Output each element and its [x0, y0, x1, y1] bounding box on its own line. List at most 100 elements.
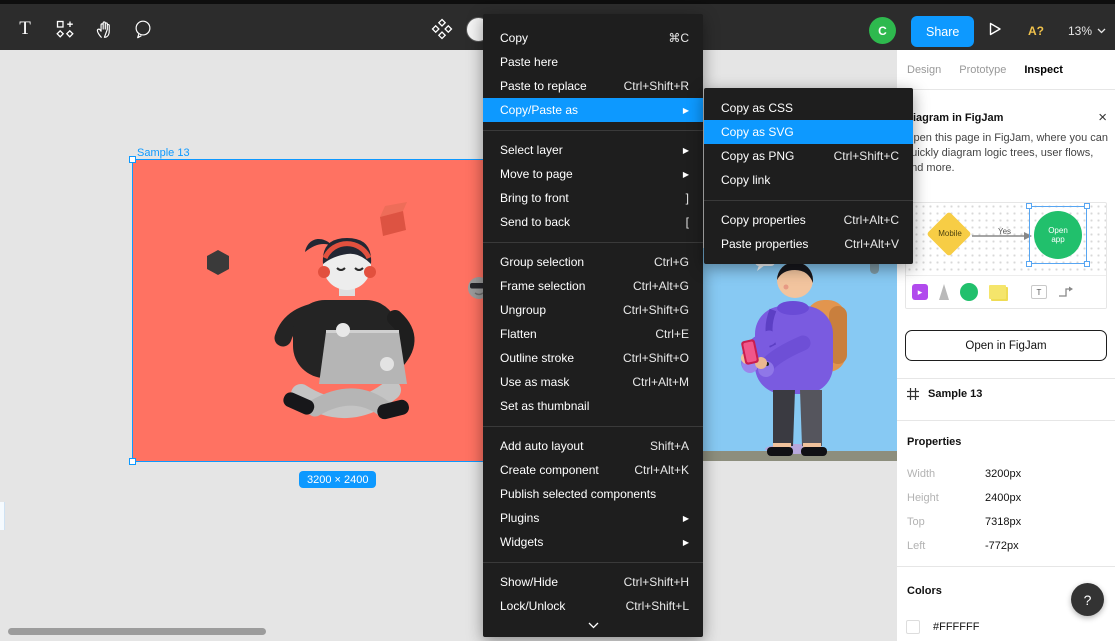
- submenu-arrow-icon: ▶: [683, 538, 689, 547]
- selection-handle[interactable]: [129, 156, 136, 163]
- menu-section-object: Group selection Ctrl+G ▶ Frame selection…: [483, 250, 703, 418]
- menu-item[interactable]: Copy properties Ctrl+Alt+C ▶: [704, 208, 913, 232]
- menu-section-layout: Add auto layout Shift+A ▶ Create compone…: [483, 434, 703, 554]
- menu-item[interactable]: Ungroup Ctrl+Shift+G ▶: [483, 298, 703, 322]
- close-icon[interactable]: ×: [1098, 110, 1107, 125]
- menu-item[interactable]: Paste to replace Ctrl+Shift+R ▶: [483, 74, 703, 98]
- menu-item[interactable]: Group selection Ctrl+G ▶: [483, 250, 703, 274]
- menu-scroll-more[interactable]: [483, 618, 703, 635]
- menu-item[interactable]: Copy as SVG ▶: [704, 120, 913, 144]
- menu-item-label: Show/Hide: [500, 575, 558, 589]
- menu-item[interactable]: Add auto layout Shift+A ▶: [483, 434, 703, 458]
- menu-item[interactable]: Frame selection Ctrl+Alt+G ▶: [483, 274, 703, 298]
- phone-person-illustration: [703, 248, 897, 461]
- text-tool-icon: T: [19, 18, 31, 40]
- inspect-sidebar: Design Prototype Inspect Diagram in FigJ…: [897, 50, 1115, 641]
- menu-item-label: Ungroup: [500, 303, 546, 317]
- menu-item-shortcut: Ctrl+Shift+H: [624, 575, 689, 589]
- menu-item-label: Copy: [500, 31, 528, 45]
- copy-paste-as-submenu: Copy as CSS ▶ Copy as SVG ▶ Copy as PNG …: [704, 88, 913, 264]
- menu-item[interactable]: Plugins ▶: [483, 506, 703, 530]
- components-tool-button[interactable]: [49, 13, 81, 45]
- menu-item-label: Paste to replace: [500, 79, 587, 93]
- menu-item-label: Copy/Paste as: [500, 103, 578, 117]
- property-value: 2400px: [985, 492, 1021, 504]
- figjam-panel-title: Diagram in FigJam: [905, 112, 1003, 124]
- hand-tool-button[interactable]: [88, 13, 120, 45]
- menu-item-label: Copy properties: [721, 213, 806, 227]
- widgets-tool-button[interactable]: [426, 13, 458, 45]
- menu-item[interactable]: Outline stroke Ctrl+Shift+O ▶: [483, 346, 703, 370]
- separator: [483, 562, 703, 563]
- selected-frame-sample-13[interactable]: [133, 160, 534, 461]
- menu-item[interactable]: Paste properties Ctrl+Alt+V ▶: [704, 232, 913, 256]
- missing-font-indicator[interactable]: A?: [1028, 24, 1044, 38]
- color-hex-value: #FFFFFF: [933, 621, 979, 633]
- menu-item-label: Use as mask: [500, 375, 569, 389]
- sidebar-tab[interactable]: Inspect: [1024, 64, 1063, 76]
- menu-item[interactable]: Set as thumbnail ▶: [483, 394, 703, 418]
- menu-section-clipboard: Copy ⌘C ▶ Paste here ▶ Paste to replace …: [483, 26, 703, 122]
- sidebar-tab[interactable]: Prototype: [959, 64, 1006, 76]
- menu-item[interactable]: Paste here ▶: [483, 50, 703, 74]
- menu-item-shortcut: Ctrl+Alt+V: [844, 237, 899, 251]
- menu-item[interactable]: Lock/Unlock Ctrl+Shift+L ▶: [483, 594, 703, 618]
- menu-item-shortcut: Shift+A: [650, 439, 689, 453]
- help-button[interactable]: ?: [1071, 583, 1104, 616]
- menu-item-label: Plugins: [500, 511, 539, 525]
- menu-item[interactable]: Copy as PNG Ctrl+Shift+C ▶: [704, 144, 913, 168]
- menu-item-shortcut: Ctrl+Alt+M: [632, 375, 689, 389]
- chevron-down-icon: [1097, 28, 1106, 34]
- components-icon: [55, 19, 75, 39]
- menu-item[interactable]: Publish selected components ▶: [483, 482, 703, 506]
- menu-item-label: Select layer: [500, 143, 563, 157]
- figjam-preview-toolbar: ▸ T: [906, 275, 1106, 308]
- sidebar-tab[interactable]: Design: [907, 64, 941, 76]
- selection-handle[interactable]: [129, 458, 136, 465]
- widgets-diamond-grid-icon: [429, 16, 455, 42]
- figjam-text-tool-icon: T: [1031, 285, 1047, 299]
- menu-item-label: Publish selected components: [500, 487, 656, 501]
- figjam-preview: Mobile Yes Open app ▸ T: [905, 202, 1107, 309]
- menu-item[interactable]: Use as mask Ctrl+Alt+M ▶: [483, 370, 703, 394]
- color-swatch[interactable]: [906, 620, 920, 634]
- menu-item-label: Widgets: [500, 535, 543, 549]
- menu-item[interactable]: Bring to front ] ▶: [483, 186, 703, 210]
- menu-item-label: Paste properties: [721, 237, 808, 251]
- menu-item[interactable]: Move to page ▶: [483, 162, 703, 186]
- menu-item[interactable]: Copy ⌘C ▶: [483, 26, 703, 50]
- menu-item[interactable]: Select layer ▶: [483, 138, 703, 162]
- menu-item-shortcut: Ctrl+G: [654, 255, 689, 269]
- menu-item[interactable]: Copy link ▶: [704, 168, 913, 192]
- phone-person-frame[interactable]: [703, 248, 897, 461]
- separator: [483, 426, 703, 427]
- figjam-shape-icon: [960, 283, 978, 301]
- selected-layer-row[interactable]: Sample 13: [907, 388, 982, 400]
- submenu-arrow-icon: ▶: [683, 170, 689, 179]
- menu-item[interactable]: Show/Hide Ctrl+Shift+H ▶: [483, 570, 703, 594]
- laptop-person-illustration: [133, 160, 534, 461]
- menu-section-arrange: Select layer ▶ Move to page ▶ Bring to f…: [483, 138, 703, 234]
- menu-item-shortcut: Ctrl+Alt+C: [844, 213, 899, 227]
- user-avatar[interactable]: C: [869, 17, 896, 44]
- present-button[interactable]: [979, 13, 1011, 45]
- text-tool-button[interactable]: T: [9, 13, 41, 45]
- menu-item[interactable]: Widgets ▶: [483, 530, 703, 554]
- frame-name-label[interactable]: Sample 13: [137, 147, 190, 159]
- menu-item[interactable]: Copy as CSS ▶: [704, 96, 913, 120]
- comment-tool-button[interactable]: [127, 13, 159, 45]
- property-value: -772px: [985, 540, 1019, 552]
- menu-item-label: Lock/Unlock: [500, 599, 565, 613]
- share-button[interactable]: Share: [911, 16, 974, 47]
- menu-item[interactable]: Create component Ctrl+Alt+K ▶: [483, 458, 703, 482]
- zoom-level-control[interactable]: 13%: [1068, 24, 1106, 38]
- partial-frame-edge: [0, 502, 5, 530]
- horizontal-scrollbar[interactable]: [8, 628, 266, 635]
- menu-item[interactable]: Send to back [ ▶: [483, 210, 703, 234]
- open-in-figjam-button[interactable]: Open in FigJam: [905, 330, 1107, 361]
- menu-item[interactable]: Copy/Paste as ▶: [483, 98, 703, 122]
- figjam-selection-box: [1029, 206, 1087, 264]
- color-swatch-row[interactable]: #FFFFFF: [906, 620, 979, 634]
- menu-item-shortcut: Ctrl+Shift+R: [624, 79, 689, 93]
- menu-item[interactable]: Flatten Ctrl+E ▶: [483, 322, 703, 346]
